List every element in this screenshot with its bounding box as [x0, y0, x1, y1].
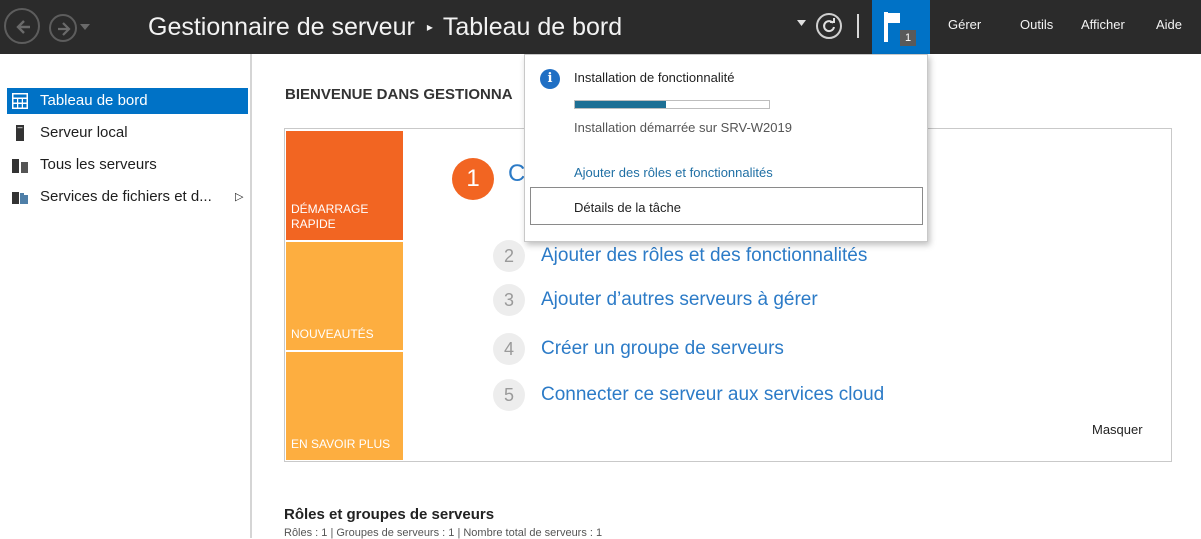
- breadcrumb: Gestionnaire de serveur ▸ Tableau de bord: [148, 10, 622, 44]
- sidebar-item-all-servers[interactable]: Tous les serveurs: [7, 152, 248, 178]
- step-1-link[interactable]: C: [508, 160, 525, 188]
- progress-bar: [574, 100, 770, 109]
- task-details-label: Détails de la tâche: [574, 200, 681, 215]
- dashboard-icon: [12, 93, 28, 109]
- breadcrumb-dropdown-icon[interactable]: [797, 20, 806, 26]
- step-number: 4: [493, 333, 525, 365]
- breadcrumb-separator-icon: ▸: [426, 20, 433, 34]
- sidebar-item-label: Tous les serveurs: [40, 156, 157, 173]
- tile-label: NOUVEAUTÉS: [291, 327, 374, 341]
- tile-learn-more[interactable]: EN SAVOIR PLUS: [286, 352, 403, 460]
- history-dropdown-icon[interactable]: [80, 24, 90, 30]
- refresh-button[interactable]: [816, 13, 842, 39]
- step-link[interactable]: Ajouter d’autres serveurs à gérer: [541, 284, 818, 316]
- menu-manage[interactable]: Gérer: [948, 17, 981, 32]
- sidebar-item-dashboard[interactable]: Tableau de bord: [7, 88, 248, 114]
- sidebar: Tableau de bord Serveur local Tous les s…: [0, 54, 252, 538]
- sidebar-item-label: Tableau de bord: [40, 92, 148, 109]
- tile-label: EN SAVOIR PLUS: [291, 437, 391, 451]
- arrow-right-icon: [58, 22, 71, 36]
- toolbar-divider: [857, 14, 859, 38]
- hide-link[interactable]: Masquer: [1092, 422, 1143, 437]
- notification-count-badge: 1: [900, 30, 916, 46]
- notification-popup: i Installation de fonctionnalité Install…: [524, 54, 928, 242]
- forward-button[interactable]: [49, 14, 77, 42]
- step-number: 5: [493, 379, 525, 411]
- sidebar-item-label: Services de fichiers et d...: [40, 188, 212, 205]
- tile-label: DÉMARRAGE RAPIDE: [291, 202, 369, 231]
- refresh-icon: [823, 18, 835, 33]
- notification-status: Installation démarrée sur SRV-W2019: [574, 120, 792, 135]
- sidebar-item-local-server[interactable]: Serveur local: [7, 120, 248, 146]
- expand-arrow-icon[interactable]: ▷: [235, 184, 243, 210]
- step-number: 2: [493, 240, 525, 272]
- step-1-number: 1: [452, 158, 494, 200]
- roles-section-title: Rôles et groupes de serveurs: [284, 506, 495, 523]
- arrow-left-icon: [16, 20, 30, 34]
- step-link[interactable]: Ajouter des rôles et des fonctionnalités: [541, 240, 867, 272]
- add-roles-link[interactable]: Ajouter des rôles et fonctionnalités: [574, 165, 773, 180]
- sidebar-item-label: Serveur local: [40, 124, 128, 141]
- menu-help[interactable]: Aide: [1156, 17, 1182, 32]
- menu-view[interactable]: Afficher: [1081, 17, 1125, 32]
- notification-title: Installation de fonctionnalité: [574, 70, 735, 85]
- info-icon: i: [540, 69, 560, 89]
- roles-summary: Rôles : 1 | Groupes de serveurs : 1 | No…: [284, 527, 603, 539]
- all-servers-icon: [12, 159, 28, 173]
- menu-tools[interactable]: Outils: [1020, 17, 1053, 32]
- local-server-icon: [16, 125, 24, 141]
- welcome-title: BIENVENUE DANS GESTIONNA: [285, 86, 513, 103]
- back-button[interactable]: [4, 8, 40, 44]
- step-link[interactable]: Connecter ce serveur aux services cloud: [541, 379, 884, 411]
- notifications-button[interactable]: 1: [872, 0, 930, 54]
- step-number: 3: [493, 284, 525, 316]
- tile-whats-new[interactable]: NOUVEAUTÉS: [286, 242, 403, 350]
- file-services-icon: [12, 192, 28, 204]
- breadcrumb-page[interactable]: Tableau de bord: [443, 13, 622, 41]
- step-link[interactable]: Créer un groupe de serveurs: [541, 333, 784, 365]
- tile-quick-start[interactable]: DÉMARRAGE RAPIDE: [286, 131, 403, 240]
- sidebar-item-file-services[interactable]: Services de fichiers et d... ▷: [7, 184, 248, 210]
- title-bar: Gestionnaire de serveur ▸ Tableau de bord …: [0, 0, 1201, 54]
- progress-fill: [575, 101, 667, 108]
- task-details-button[interactable]: Détails de la tâche: [530, 187, 923, 225]
- breadcrumb-app[interactable]: Gestionnaire de serveur: [148, 13, 415, 41]
